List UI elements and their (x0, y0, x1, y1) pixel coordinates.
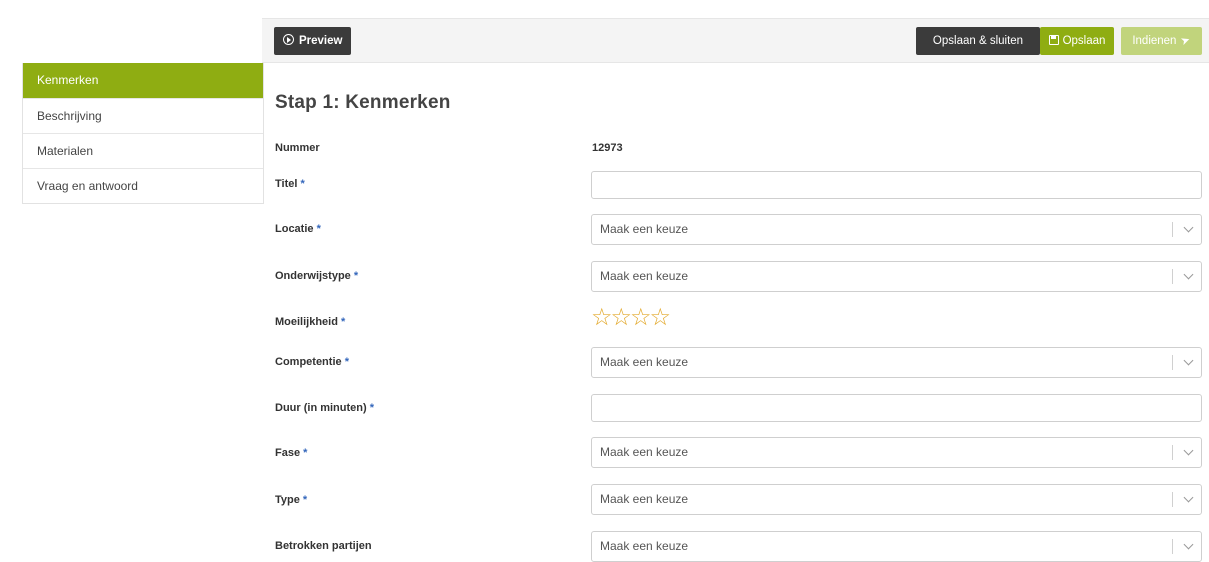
locatie-label: Locatie * (275, 223, 321, 235)
chevron-down-icon (1183, 222, 1194, 233)
required-marker: * (300, 178, 305, 190)
select-separator (1172, 269, 1173, 284)
toolbar: Preview Opslaan & sluiten Opslaan Indien… (262, 18, 1209, 63)
sidebar-item-kenmerken[interactable]: Kenmerken (23, 63, 263, 98)
required-marker: * (369, 402, 374, 414)
select-placeholder: Maak een keuze (600, 269, 689, 283)
sidebar-item-label: Materialen (37, 144, 94, 158)
required-marker: * (341, 316, 346, 328)
preview-button-label: Preview (299, 35, 343, 47)
select-separator (1172, 355, 1173, 370)
sidebar-item-label: Kenmerken (37, 73, 99, 87)
competentie-select[interactable]: Maak een keuze (591, 347, 1202, 378)
chevron-down-icon (1183, 269, 1194, 280)
duur-input[interactable] (591, 394, 1202, 422)
chevron-down-icon (1183, 355, 1194, 366)
locatie-select[interactable]: Maak een keuze (591, 214, 1202, 245)
competentie-label: Competentie * (275, 356, 349, 368)
required-marker: * (303, 447, 308, 459)
select-placeholder: Maak een keuze (600, 492, 689, 506)
onderwijstype-select[interactable]: Maak een keuze (591, 261, 1202, 292)
paper-plane-icon: ➤ (1179, 33, 1193, 49)
type-label: Type * (275, 494, 308, 506)
select-placeholder: Maak een keuze (600, 355, 689, 369)
titel-input[interactable] (591, 171, 1202, 199)
nummer-label: Nummer (275, 142, 320, 154)
type-select[interactable]: Maak een keuze (591, 484, 1202, 515)
sidebar-item-label: Vraag en antwoord (37, 179, 138, 193)
betrokken-partijen-label: Betrokken partijen (275, 540, 372, 552)
star-outline-icon[interactable]: ☆ (591, 304, 613, 330)
sidebar-item-materialen[interactable]: Materialen (23, 133, 263, 168)
sidebar-item-beschrijving[interactable]: Beschrijving (23, 98, 263, 133)
titel-label: Titel * (275, 178, 305, 190)
save-button[interactable]: Opslaan (1040, 27, 1114, 55)
nummer-value: 12973 (592, 142, 623, 154)
chevron-down-icon (1183, 445, 1194, 456)
save-and-close-button[interactable]: Opslaan & sluiten (916, 27, 1040, 55)
difficulty-rating: ☆☆☆☆ (591, 304, 672, 330)
star-outline-icon[interactable]: ☆ (650, 304, 672, 330)
required-marker: * (353, 270, 359, 282)
star-outline-icon[interactable]: ☆ (630, 304, 652, 330)
page-title: Stap 1: Kenmerken (275, 92, 451, 113)
save-and-close-label: Opslaan & sluiten (932, 35, 1024, 47)
chevron-down-icon (1183, 492, 1194, 503)
duur-label: Duur (in minuten) * (275, 402, 374, 414)
chevron-down-icon (1183, 539, 1194, 550)
preview-button[interactable]: Preview (274, 27, 351, 55)
fase-select[interactable]: Maak een keuze (591, 437, 1202, 468)
fase-label: Fase * (275, 447, 308, 459)
select-separator (1172, 222, 1173, 237)
select-separator (1172, 539, 1173, 554)
sidebar: Kenmerken Beschrijving Materialen Vraag … (22, 63, 264, 204)
sidebar-item-label: Beschrijving (37, 109, 102, 123)
sidebar-item-vraag-en-antwoord[interactable]: Vraag en antwoord (23, 168, 263, 203)
onderwijstype-label: Onderwijstype * (275, 270, 359, 282)
submit-button[interactable]: Indienen ➤ (1121, 27, 1202, 55)
moeilijkheid-label: Moeilijkheid * (275, 316, 346, 328)
required-marker: * (344, 356, 349, 368)
select-separator (1172, 492, 1173, 507)
required-marker: * (316, 223, 321, 235)
select-placeholder: Maak een keuze (600, 222, 689, 236)
required-marker: * (302, 494, 308, 506)
submit-button-label: Indienen (1132, 35, 1177, 47)
select-separator (1172, 445, 1173, 460)
play-circle-icon (283, 34, 294, 46)
betrokken-partijen-select[interactable]: Maak een keuze (591, 531, 1202, 562)
save-button-label: Opslaan (1062, 35, 1106, 47)
star-outline-icon[interactable]: ☆ (611, 304, 633, 330)
select-placeholder: Maak een keuze (600, 445, 689, 459)
floppy-disk-icon (1048, 34, 1059, 45)
